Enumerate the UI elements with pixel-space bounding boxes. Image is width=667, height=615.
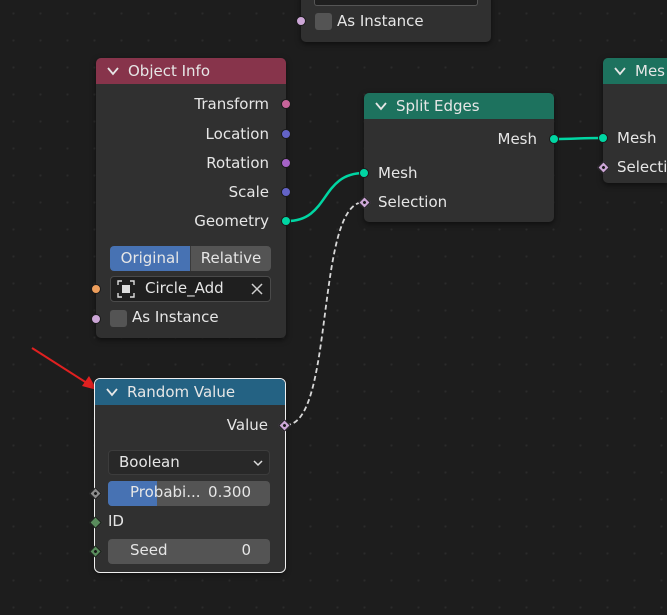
top-node-field-edge bbox=[314, 0, 478, 6]
seed-value: 0 bbox=[241, 541, 251, 559]
output-label: Transform bbox=[194, 95, 269, 113]
link-geometry-to-mesh[interactable] bbox=[286, 171, 365, 223]
output-value: Value bbox=[95, 413, 285, 437]
right-node-header[interactable]: Mes bbox=[603, 58, 667, 84]
data-type-value: Boolean bbox=[119, 453, 180, 471]
id-socket[interactable] bbox=[89, 516, 102, 529]
output-scale: Scale bbox=[96, 180, 291, 204]
split-edges-node[interactable]: Split Edges Mesh Mesh Selection bbox=[358, 93, 559, 222]
output-location: Location bbox=[96, 122, 291, 146]
socket-dot bbox=[282, 423, 287, 428]
input-label: Selection bbox=[378, 193, 448, 211]
input-mesh: Mesh bbox=[603, 126, 667, 150]
probability-label: Probabi... bbox=[130, 483, 201, 501]
output-geometry: Geometry bbox=[96, 209, 291, 233]
split-edges-header[interactable]: Split Edges bbox=[364, 93, 554, 119]
input-label: Mesh bbox=[378, 164, 418, 182]
socket-dot bbox=[93, 549, 98, 554]
output-label: Location bbox=[205, 125, 269, 143]
input-label: Mesh bbox=[617, 129, 657, 147]
as-instance-socket[interactable] bbox=[296, 16, 306, 26]
node-title: Mes bbox=[635, 62, 665, 80]
as-instance-checkbox[interactable] bbox=[315, 13, 332, 30]
chevron-down-icon[interactable] bbox=[106, 64, 120, 78]
probability-socket[interactable] bbox=[89, 487, 102, 500]
selection-input-socket[interactable] bbox=[358, 196, 371, 209]
relative-label: Relative bbox=[200, 249, 262, 267]
seed-field[interactable]: Seed 0 bbox=[108, 539, 270, 564]
top-partial-node[interactable]: As Instance bbox=[296, 0, 491, 42]
as-instance-checkbox[interactable] bbox=[110, 310, 127, 327]
object-info-header[interactable]: Object Info bbox=[96, 58, 286, 84]
socket-dot bbox=[362, 200, 367, 205]
probability-value: 0.300 bbox=[208, 483, 251, 501]
object-socket[interactable] bbox=[91, 284, 101, 294]
output-label: Value bbox=[226, 416, 268, 434]
chevron-down-icon bbox=[253, 460, 263, 467]
chevron-down-icon[interactable] bbox=[105, 385, 119, 399]
node-title: Split Edges bbox=[396, 97, 480, 115]
right-partial-node[interactable]: Mes Mesh Selectio bbox=[597, 58, 667, 183]
object-info-node[interactable]: Object Info Transform Location Rotation … bbox=[91, 58, 291, 338]
output-label: Scale bbox=[228, 183, 269, 201]
seed-socket[interactable] bbox=[89, 545, 102, 558]
input-selection: Selectio bbox=[603, 155, 667, 179]
rotation-socket[interactable] bbox=[281, 158, 291, 168]
output-label: Mesh bbox=[497, 130, 538, 148]
input-mesh: Mesh bbox=[359, 161, 554, 185]
scale-socket[interactable] bbox=[281, 187, 291, 197]
data-type-dropdown[interactable]: Boolean bbox=[108, 450, 270, 475]
mesh-input-socket[interactable] bbox=[598, 133, 608, 143]
close-icon[interactable] bbox=[251, 283, 263, 295]
socket-dot bbox=[93, 491, 98, 496]
original-label: Original bbox=[120, 249, 180, 267]
relative-button[interactable]: Relative bbox=[190, 246, 271, 271]
chevron-down-icon[interactable] bbox=[374, 99, 388, 113]
red-arrow-icon bbox=[31, 347, 97, 390]
socket-dot bbox=[601, 165, 606, 170]
link-value-to-selection[interactable] bbox=[285, 201, 365, 426]
output-rotation: Rotation bbox=[96, 151, 291, 175]
as-instance-label: As Instance bbox=[132, 308, 219, 326]
as-instance-label: As Instance bbox=[337, 12, 424, 30]
object-field[interactable]: Circle_Add bbox=[110, 276, 271, 302]
geometry-socket[interactable] bbox=[281, 216, 291, 226]
output-label: Rotation bbox=[206, 154, 269, 172]
probability-slider[interactable]: Probabi... 0.300 bbox=[108, 481, 270, 506]
chevron-down-icon[interactable] bbox=[613, 64, 627, 78]
id-label: ID bbox=[108, 512, 124, 530]
node-title: Object Info bbox=[128, 62, 211, 80]
transform-space-toggle: Original Relative bbox=[110, 246, 271, 271]
input-label: Selectio bbox=[617, 158, 667, 176]
output-mesh: Mesh bbox=[364, 127, 559, 151]
location-socket[interactable] bbox=[281, 129, 291, 139]
output-label: Geometry bbox=[194, 212, 269, 230]
object-field-value: Circle_Add bbox=[145, 279, 224, 297]
random-value-node[interactable]: Random Value Value Boolean Probabi... 0.… bbox=[89, 378, 291, 573]
seed-label: Seed bbox=[130, 541, 168, 559]
input-selection: Selection bbox=[358, 190, 554, 214]
node-title: Random Value bbox=[127, 383, 236, 401]
random-value-header[interactable]: Random Value bbox=[95, 379, 285, 405]
output-transform: Transform bbox=[96, 92, 291, 116]
as-instance-socket[interactable] bbox=[91, 314, 101, 324]
original-button[interactable]: Original bbox=[110, 246, 190, 271]
object-icon bbox=[117, 280, 135, 298]
transform-socket[interactable] bbox=[281, 99, 291, 109]
mesh-output-socket[interactable] bbox=[549, 134, 559, 144]
mesh-input-socket[interactable] bbox=[359, 168, 369, 178]
link-mesh-to-mesh[interactable] bbox=[553, 136, 604, 141]
